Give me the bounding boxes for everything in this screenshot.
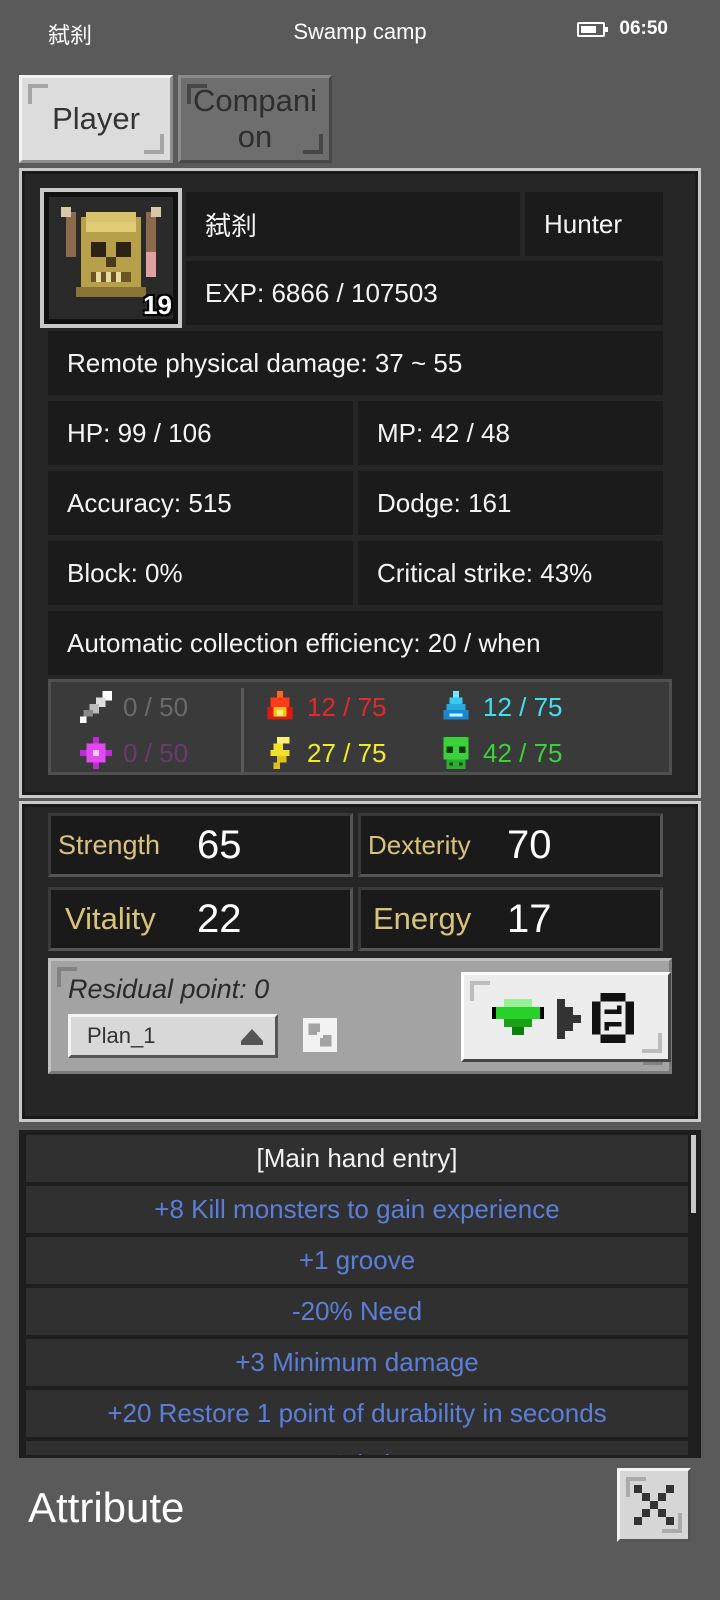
list-item: +20 Restore 1 point of durability in sec… [26,1390,688,1437]
list-item: +3 Minimum damage [26,1339,688,1386]
water-icon [443,691,469,720]
poison-resistance: 42 / 75 [483,737,563,768]
eject-arrow-icon [241,1029,263,1045]
entry-header: [Main hand entry] [26,1135,688,1182]
hp-stat: HP: 99 / 106 [48,401,353,465]
gem-convert-button[interactable] [461,972,671,1062]
vitality-value: 22 [197,896,242,941]
fire-resistance: 12 / 75 [307,691,387,722]
green-gem-icon [492,999,544,1035]
attribute-plan-box: Residual point: 0 Plan_1 [48,958,672,1074]
resistances-box[interactable]: 0 / 50 12 / 75 12 / 75 0 / 50 27 / 75 42… [48,679,672,775]
block-stat: Block: 0% [48,541,353,605]
clock: 06:50 [619,18,668,39]
attribute-points-panel: Strength 65 Dexterity 70 Vitality 22 Ene… [19,801,701,1122]
dexterity-attribute[interactable]: Dexterity 70 [358,813,663,877]
list-item: +8 Kill monsters to gain experience [26,1186,688,1233]
battery-icon [577,21,609,37]
plan-select-value: Plan_1 [87,1023,156,1048]
dexterity-label: Dexterity [368,829,471,860]
lightning-icon [270,737,290,769]
critical-stat: Critical strike: 43% [358,541,663,605]
list-item: -2 / Fl [26,1441,688,1455]
close-button[interactable] [617,1468,691,1542]
export-icon[interactable] [303,1018,337,1052]
character-class: Hunter [525,192,663,256]
water-resistance: 12 / 75 [483,691,563,722]
vitality-attribute[interactable]: Vitality 22 [48,887,353,951]
strength-label: Strength [58,829,161,860]
level-badge: 19 [143,290,172,320]
plan-select[interactable]: Plan_1 [68,1014,278,1058]
tab-companion[interactable]: Compani on [178,75,332,163]
character-portrait[interactable]: 19 [40,188,182,328]
dexterity-value: 70 [507,822,552,867]
dodge-stat: Dodge: 161 [358,471,663,535]
strength-attribute[interactable]: Strength 65 [48,813,353,877]
status-right: 06:50 [577,18,668,40]
magic-resistance: 0 / 50 [123,737,189,768]
scrollbar[interactable] [691,1135,696,1213]
lightning-resistance: 27 / 75 [307,737,387,768]
tab-player[interactable]: Player [19,75,173,163]
poison-skull-icon [443,737,469,769]
arrow-right-icon [557,999,581,1039]
energy-label: Energy [373,901,472,936]
strength-value: 65 [197,822,242,867]
damage-stat: Remote physical damage: 37 ~ 55 [48,331,663,395]
energy-value: 17 [507,896,552,941]
fire-icon [267,691,293,720]
refresh-cycle-icon [592,993,634,1043]
main-hand-entry-list[interactable]: [Main hand entry] +8 Kill monsters to ga… [19,1130,701,1458]
mp-stat: MP: 42 / 48 [358,401,663,465]
residual-points: Residual point: 0 [68,974,270,1004]
character-stats-panel: 19 弑刹 Hunter EXP: 6866 / 107503 Remote p… [19,168,701,798]
sword-icon [80,691,112,723]
status-bar: 弑刹 Swamp camp 06:50 [0,0,720,60]
collection-stat: Automatic collection efficiency: 20 / wh… [48,611,663,675]
close-icon [634,1485,674,1525]
accuracy-stat: Accuracy: 515 [48,471,353,535]
vitality-label: Vitality [65,901,156,936]
energy-attribute[interactable]: Energy 17 [358,887,663,951]
page-title: Attribute [28,1484,185,1531]
magic-icon [80,737,112,769]
list-item: -20% Need [26,1288,688,1335]
tab-companion-label: Compani on [192,83,318,154]
tab-player-label: Player [52,101,140,136]
experience: EXP: 6866 / 107503 [186,261,663,325]
physical-resistance: 0 / 50 [123,691,189,722]
character-name: 弑刹 [186,192,520,256]
list-item: +1 groove [26,1237,688,1284]
